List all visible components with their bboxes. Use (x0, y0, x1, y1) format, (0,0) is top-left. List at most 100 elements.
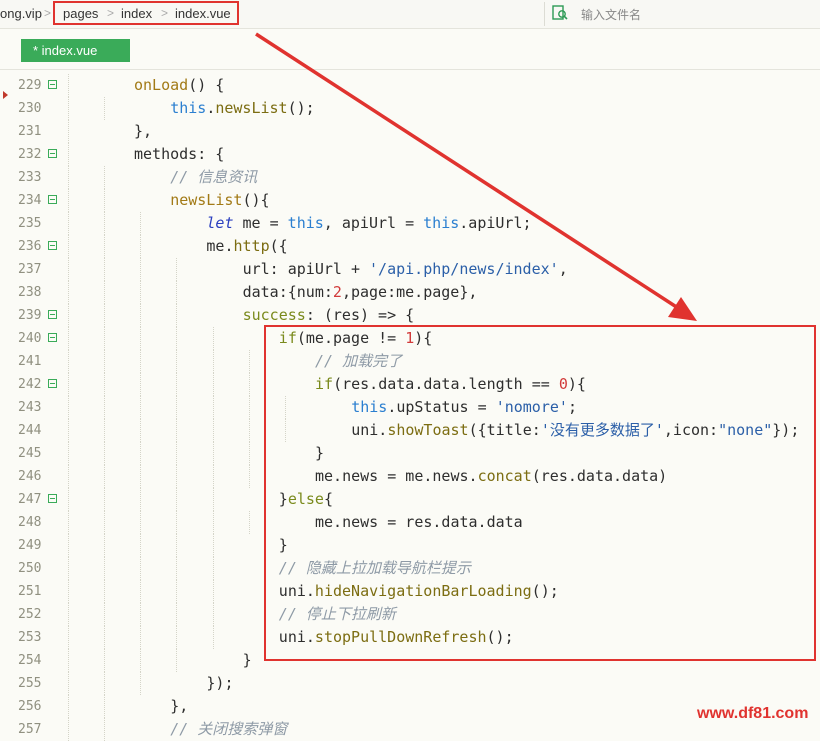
fold-toggle-icon[interactable] (48, 149, 57, 158)
code-line[interactable]: 232 methods: { (0, 143, 820, 166)
code-token: : (res) => { (305, 306, 415, 324)
line-number: 257 (18, 722, 42, 737)
indent-guide (104, 166, 105, 189)
code-text: onLoad() { (134, 74, 224, 97)
code-token: } (315, 444, 325, 462)
code-token: 0 (558, 375, 568, 393)
indent-guide (176, 419, 178, 442)
indent-guide (104, 580, 105, 603)
code-line[interactable]: 255}); (0, 672, 820, 695)
code-editor[interactable]: 229 onLoad() {230 this.newsList(); 231}, 232… (0, 74, 820, 741)
code-text: } (279, 534, 288, 557)
line-number: 254 (18, 653, 42, 668)
code-text: let me = this, apiUrl = this.apiUrl; (206, 212, 531, 235)
search-input[interactable]: 输入文件名 (581, 6, 641, 23)
indent-guide (176, 304, 178, 327)
code-line[interactable]: 230 this.newsList(); (0, 97, 820, 120)
code-line[interactable]: 249} (0, 534, 820, 557)
indent-guide (248, 419, 250, 442)
line-number: 239 (18, 308, 42, 323)
code-line[interactable]: 231}, (0, 120, 820, 143)
indent-guide (67, 672, 69, 695)
code-text: // 关闭搜索弹窗 (170, 718, 287, 741)
indent-guide (67, 626, 69, 649)
breadcrumb-item-index[interactable]: index (121, 6, 152, 21)
code-line[interactable]: 246 me.news = me.news.concat(res.data.dat… (0, 465, 820, 488)
indent-guide (104, 672, 105, 695)
code-line[interactable]: 250 // 隐藏上拉加载导航栏提示 (0, 557, 820, 580)
indent-guide (176, 442, 178, 465)
indent-guide (212, 488, 214, 511)
indent-guide (67, 373, 69, 396)
code-line[interactable]: 242 if(res.data.data.length == 0){ (0, 373, 820, 396)
line-number: 255 (18, 676, 42, 691)
indent-guide (140, 557, 142, 580)
code-line[interactable]: 248 me.news = res.data.data (0, 511, 820, 534)
code-line[interactable]: 234 newsList(){ (0, 189, 820, 212)
fold-toggle-icon[interactable] (48, 195, 57, 204)
code-line[interactable]: 229 onLoad() { (0, 74, 820, 97)
indent-guide (104, 189, 105, 212)
indent-guide (67, 718, 69, 741)
code-line[interactable]: 241 // 加载完了 (0, 350, 820, 373)
code-token: (); (486, 628, 514, 646)
code-line[interactable]: 235 let me = this, apiUrl = this.apiUrl; (0, 212, 820, 235)
fold-toggle-icon[interactable] (48, 80, 57, 89)
fold-toggle-icon[interactable] (48, 310, 57, 319)
indent-guide (67, 189, 69, 212)
code-token: .upStatus = (387, 398, 496, 416)
line-number: 256 (18, 699, 42, 714)
breadcrumb-item-file[interactable]: index.vue (175, 6, 231, 21)
indent-guide (67, 281, 69, 304)
indent-guide (140, 442, 142, 465)
code-token: ; (567, 398, 577, 416)
indent-guide (140, 373, 142, 396)
code-line[interactable]: 253 uni.stopPullDownRefresh(); (0, 626, 820, 649)
breadcrumb-separator-icon: > (107, 6, 115, 20)
indent-guide (104, 649, 105, 672)
indent-guide (140, 212, 142, 235)
tab-index-vue[interactable]: * index.vue (21, 39, 130, 62)
breadcrumb-item-pages[interactable]: pages (63, 6, 98, 21)
code-line[interactable]: 233 // 信息资讯 (0, 166, 820, 189)
code-token: 'nomore' (495, 398, 568, 416)
code-line[interactable]: 247}else{ (0, 488, 820, 511)
code-line[interactable]: 240 if(me.page != 1){ (0, 327, 820, 350)
code-line[interactable]: 244 uni.showToast({title:'没有更多数据了',icon:"… (0, 419, 820, 442)
code-text: }, (170, 695, 188, 718)
fold-toggle-icon[interactable] (48, 241, 57, 250)
fold-toggle-icon[interactable] (48, 494, 57, 503)
code-token: // 关闭搜索弹窗 (170, 720, 288, 738)
indent-guide (140, 327, 142, 350)
code-line[interactable]: 238 data:{num:2,page:me.page}, (0, 281, 820, 304)
code-token: http (233, 237, 270, 255)
code-line[interactable]: 243 this.upStatus = 'nomore'; (0, 396, 820, 419)
code-line[interactable]: 245} (0, 442, 820, 465)
code-line[interactable]: 237 url: apiUrl + '/api.php/news/index', (0, 258, 820, 281)
fold-toggle-icon[interactable] (48, 379, 57, 388)
code-token: } (278, 490, 288, 508)
indent-guide (176, 327, 178, 350)
breadcrumb-site[interactable]: ong.vip (0, 6, 42, 21)
code-token: // 信息资讯 (170, 168, 258, 186)
indent-guide (285, 419, 286, 442)
indent-guide (176, 534, 178, 557)
code-line[interactable]: 252 // 停止下拉刷新 (0, 603, 820, 626)
indent-guide (176, 626, 178, 649)
indent-guide (176, 258, 178, 281)
code-line[interactable]: 236 me.http({ (0, 235, 820, 258)
indent-guide (67, 488, 69, 511)
code-line[interactable]: 251 uni.hideNavigationBarLoading(); (0, 580, 820, 603)
indent-guide (248, 465, 250, 488)
code-token: newsList (215, 99, 288, 117)
search-file-icon[interactable] (551, 4, 569, 22)
code-text: }); (206, 672, 233, 695)
code-token: uni. (351, 421, 388, 439)
indent-guide (212, 465, 214, 488)
line-number: 242 (18, 377, 42, 392)
code-line[interactable]: 239 success: (res) => { (0, 304, 820, 327)
indent-guide (176, 350, 178, 373)
line-number: 236 (18, 239, 42, 254)
code-line[interactable]: 254} (0, 649, 820, 672)
fold-toggle-icon[interactable] (48, 333, 57, 342)
